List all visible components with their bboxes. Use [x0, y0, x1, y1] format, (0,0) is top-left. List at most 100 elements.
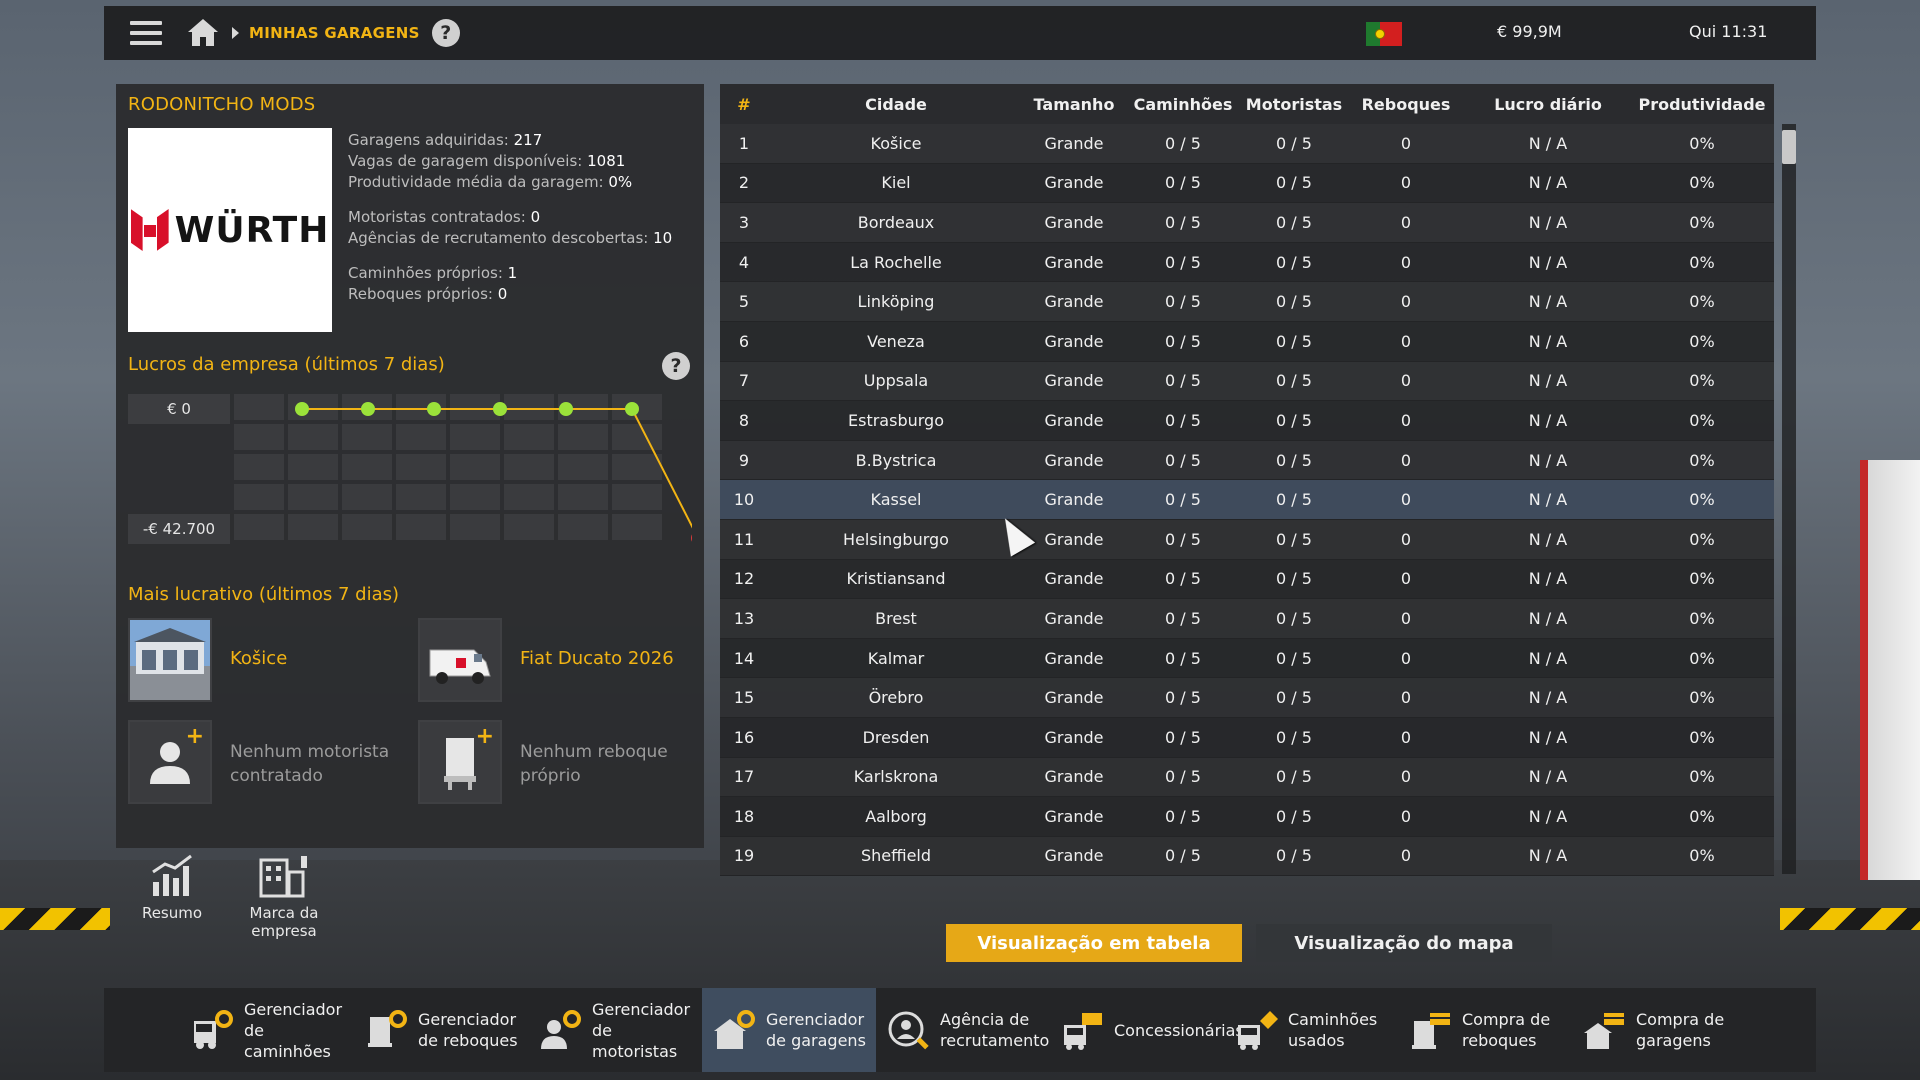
nav-recruitment-agency[interactable]: Agência de recrutamento	[876, 988, 1050, 1072]
nav-driver-manager[interactable]: Gerenciador de motoristas	[528, 988, 702, 1072]
chart-grid-cell	[342, 484, 392, 510]
cell-trailers: 0	[1400, 212, 1412, 232]
cell-number: 5	[738, 292, 750, 312]
best-garage-name[interactable]: Košice	[230, 648, 287, 669]
profit-chart: € 0 -€ 42.700	[128, 386, 692, 566]
chart-grid-cell	[612, 424, 662, 450]
breadcrumb-arrow-icon	[232, 27, 239, 39]
driver-manager-icon	[541, 1010, 581, 1049]
cell-trucks: 0 / 5	[1165, 133, 1201, 153]
cell-number: 10	[733, 490, 755, 510]
nav-label: Caminhões usados	[1288, 1010, 1378, 1050]
nav-truck-manager[interactable]: Gerenciador de caminhões	[180, 988, 354, 1072]
table-row[interactable]: 2 Kiel Grande 0 / 5 0 / 5 0 N / A 0%	[720, 163, 1774, 204]
wurth-logo-mark-icon	[130, 209, 169, 251]
nav-label: Agência de recrutamento	[940, 1010, 1050, 1050]
table-row[interactable]: 12 Kristiansand Grande 0 / 5 0 / 5 0 N / A 0%	[720, 559, 1774, 600]
cell-size: Grande	[1044, 410, 1104, 430]
cell-drivers: 0 / 5	[1276, 371, 1312, 391]
table-row[interactable]: 8 Estrasburgo Grande 0 / 5 0 / 5 0 N / A 0%	[720, 401, 1774, 441]
table-view-button[interactable]: Visualização em tabela	[946, 924, 1242, 962]
stat-label: Motoristas contratados:	[348, 208, 526, 226]
header-productivity[interactable]: Produtividade	[1630, 95, 1774, 114]
header-daily-profit[interactable]: Lucro diário	[1466, 95, 1630, 114]
table-row[interactable]: 1 Košice Grande 0 / 5 0 / 5 0 N / A 0%	[720, 124, 1774, 164]
help-icon[interactable]: ?	[431, 19, 460, 47]
chart-grid-cell	[234, 394, 284, 420]
header-trailers[interactable]: Reboques	[1346, 95, 1466, 114]
best-truck-name[interactable]: Fiat Ducato 2026	[520, 648, 674, 669]
company-overview-panel: RODONITCHO MODS WÜRTH Garagens adquirida…	[116, 84, 704, 940]
table-row[interactable]: 7 Uppsala Grande 0 / 5 0 / 5 0 N / A 0%	[720, 361, 1774, 402]
nav-label: Gerenciador de caminhões	[244, 999, 343, 1061]
table-scrollbar-thumb[interactable]	[1782, 130, 1796, 164]
cell-productivity: 0%	[1689, 806, 1715, 826]
nav-dealers[interactable]: Concessionárias	[1050, 988, 1244, 1072]
logo-text: WÜRTH	[174, 209, 330, 251]
table-scrollbar[interactable]	[1782, 124, 1796, 874]
hire-driver-tile[interactable]: +	[128, 720, 212, 804]
side-nav-summary[interactable]: Resumo	[128, 854, 216, 940]
map-view-button[interactable]: Visualização do mapa	[1256, 924, 1552, 962]
home-icon[interactable]	[188, 19, 218, 47]
cell-productivity: 0%	[1689, 292, 1715, 312]
chart-grid-cell	[396, 424, 446, 450]
table-row[interactable]: 14 Kalmar Grande 0 / 5 0 / 5 0 N / A 0%	[720, 638, 1774, 679]
cell-trucks: 0 / 5	[1165, 371, 1201, 391]
garage-thumbnail[interactable]	[128, 618, 212, 702]
header-drivers[interactable]: Motoristas	[1242, 95, 1346, 114]
table-row[interactable]: 17 Karlskrona Grande 0 / 5 0 / 5 0 N / A 0%	[720, 757, 1774, 798]
nav-label: Gerenciador de reboques	[418, 1010, 518, 1050]
nav-garage-manager[interactable]: Gerenciador de garagens	[702, 988, 876, 1072]
cell-number: 2	[738, 173, 750, 193]
profit-data-point	[295, 402, 309, 416]
chart-grid-cell	[288, 484, 338, 510]
most-profitable-title: Mais lucrativo (últimos 7 dias)	[128, 584, 400, 605]
header-number[interactable]: #	[720, 95, 768, 114]
truck-thumbnail[interactable]	[418, 618, 502, 702]
table-row[interactable]: 6 Veneza Grande 0 / 5 0 / 5 0 N / A 0%	[720, 321, 1774, 362]
table-row[interactable]: 11 Helsingburgo Grande 0 / 5 0 / 5 0 N / A 0%	[720, 519, 1774, 560]
chart-grid-cell	[288, 514, 338, 540]
cell-drivers: 0 / 5	[1276, 490, 1312, 510]
header-trucks[interactable]: Caminhões	[1124, 95, 1242, 114]
cell-size: Grande	[1044, 569, 1104, 589]
no-trailer-text: Nenhum reboque próprio	[520, 742, 668, 786]
table-row[interactable]: 19 Sheffield Grande 0 / 5 0 / 5 0 N / A 0%	[720, 836, 1774, 877]
nav-trailer-manager[interactable]: Gerenciador de reboques	[354, 988, 528, 1072]
cell-trucks: 0 / 5	[1165, 608, 1201, 628]
plus-icon: +	[185, 724, 204, 749]
cell-size: Grande	[1044, 133, 1104, 153]
cell-daily-profit: N / A	[1528, 846, 1568, 866]
profit-help-icon[interactable]: ?	[662, 352, 690, 380]
table-row[interactable]: 4 La Rochelle Grande 0 / 5 0 / 5 0 N / A 0%	[720, 242, 1774, 283]
side-nav-company-brand[interactable]: Marca da empresa	[240, 854, 328, 940]
table-row[interactable]: 5 Linköping Grande 0 / 5 0 / 5 0 N / A 0%	[720, 282, 1774, 322]
cell-city: Košice	[870, 133, 922, 153]
menu-icon[interactable]	[130, 21, 162, 45]
cell-trailers: 0	[1400, 727, 1412, 747]
table-row[interactable]: 13 Brest Grande 0 / 5 0 / 5 0 N / A 0%	[720, 599, 1774, 639]
table-row[interactable]: 16 Dresden Grande 0 / 5 0 / 5 0 N / A 0%	[720, 717, 1774, 758]
cell-size: Grande	[1044, 252, 1104, 272]
cell-productivity: 0%	[1689, 569, 1715, 589]
cell-drivers: 0 / 5	[1276, 292, 1312, 312]
cell-city: Kiel	[881, 173, 911, 193]
buy-trailer-tile[interactable]: +	[418, 720, 502, 804]
side-nav-brand-label: Marca da empresa	[249, 904, 319, 940]
stat-value: 1081	[587, 152, 626, 170]
table-row[interactable]: 10 Kassel Grande 0 / 5 0 / 5 0 N / A 0%	[720, 480, 1774, 520]
table-row[interactable]: 9 B.Bystrica Grande 0 / 5 0 / 5 0 N / A 0%	[720, 440, 1774, 481]
table-row[interactable]: 3 Bordeaux Grande 0 / 5 0 / 5 0 N / A 0%	[720, 203, 1774, 243]
nav-used-trucks[interactable]: Caminhões usados	[1224, 988, 1398, 1072]
table-row[interactable]: 15 Örebro Grande 0 / 5 0 / 5 0 N / A 0%	[720, 678, 1774, 718]
header-size[interactable]: Tamanho	[1024, 95, 1124, 114]
cell-daily-profit: N / A	[1528, 529, 1568, 549]
header-city[interactable]: Cidade	[768, 95, 1024, 114]
table-row[interactable]: 18 Aalborg Grande 0 / 5 0 / 5 0 N / A 0%	[720, 797, 1774, 837]
cell-daily-profit: N / A	[1528, 292, 1568, 312]
nav-buy-garages[interactable]: Compra de garagens	[1572, 988, 1746, 1072]
cell-size: Grande	[1044, 450, 1104, 470]
cell-productivity: 0%	[1689, 648, 1715, 668]
nav-buy-trailers[interactable]: Compra de reboques	[1398, 988, 1572, 1072]
